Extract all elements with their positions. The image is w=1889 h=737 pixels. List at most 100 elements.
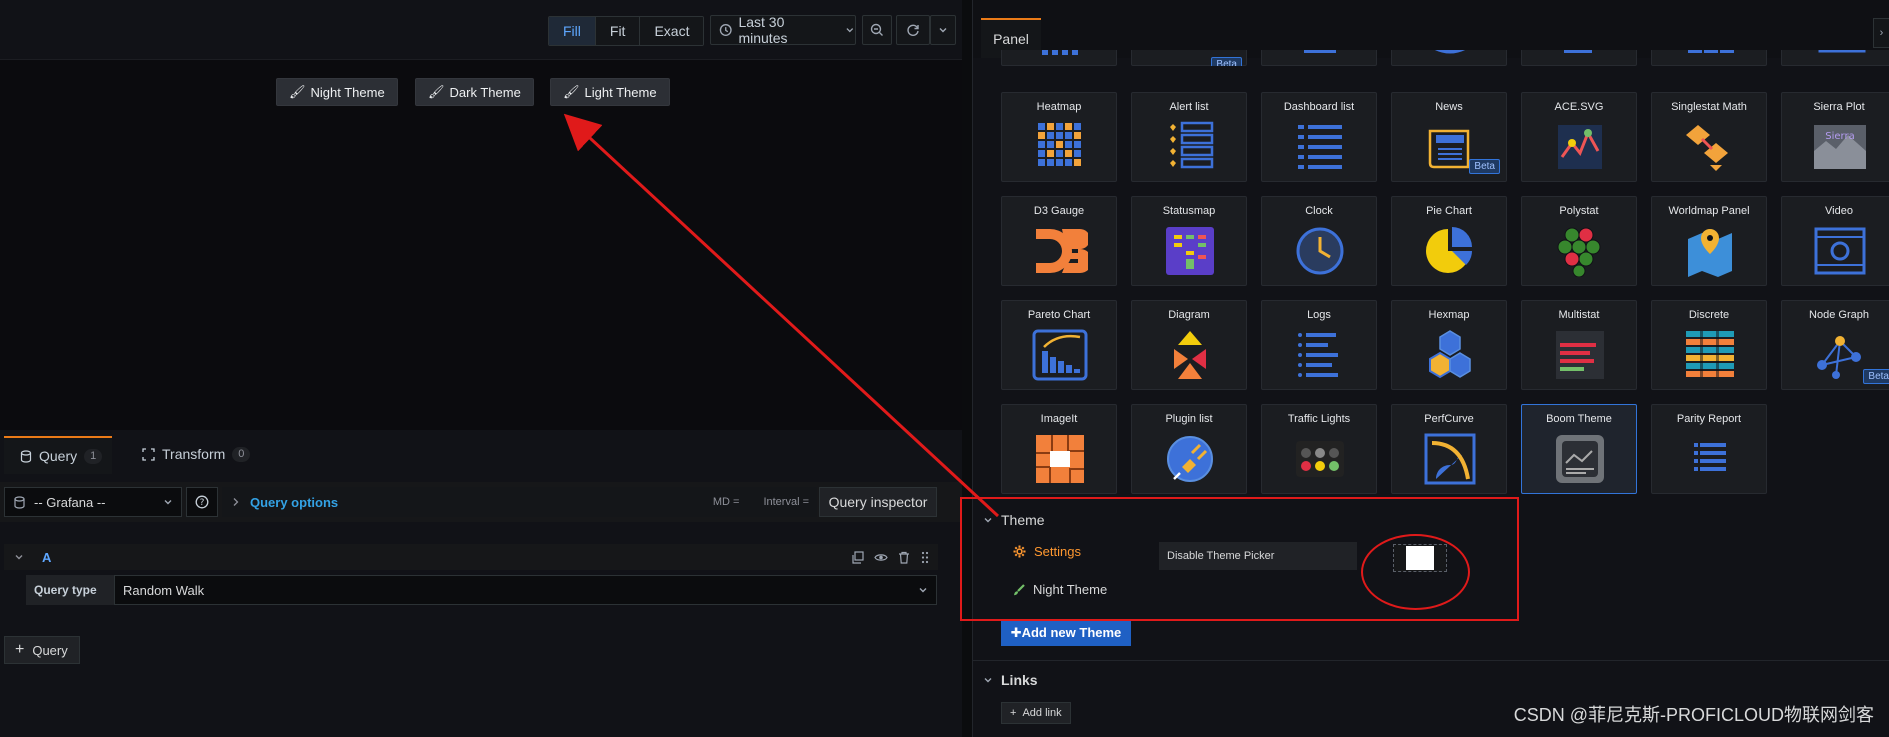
- visualization-clock[interactable]: Clock: [1261, 196, 1377, 286]
- visualization-logs[interactable]: Logs: [1261, 300, 1377, 390]
- visualization-name: Dashboard list: [1283, 101, 1355, 113]
- exact-button[interactable]: Exact: [640, 17, 704, 45]
- beta-badge: Beta: [1469, 159, 1500, 174]
- visualization-name: Worldmap Panel: [1668, 205, 1750, 217]
- discrete-icon: [1686, 331, 1734, 377]
- visualization-pareto-chart[interactable]: Pareto Chart: [1001, 300, 1117, 390]
- database-icon: [20, 449, 32, 463]
- visualization-polystat[interactable]: Polystat: [1521, 196, 1637, 286]
- dark-theme-button[interactable]: 🖌 Dark Theme: [415, 78, 534, 106]
- light-theme-label: Light Theme: [584, 84, 657, 100]
- chevron-down-icon: [984, 678, 992, 683]
- zoom-out-button[interactable]: [862, 15, 892, 45]
- fit-button[interactable]: Fit: [595, 17, 641, 45]
- query-type-select[interactable]: Random Walk: [114, 575, 937, 605]
- visualization-name: Boom Theme: [1546, 413, 1612, 425]
- visualization-name: News: [1435, 101, 1463, 113]
- visualization-imageit[interactable]: ImageIt: [1001, 404, 1117, 494]
- visualization-statusmap[interactable]: Statusmap: [1131, 196, 1247, 286]
- hexmap-icon: [1429, 330, 1471, 379]
- tab-transform-label: Transform: [162, 446, 226, 462]
- refresh-icon: [907, 24, 919, 36]
- query-row-header[interactable]: A: [4, 544, 938, 570]
- query-editor: Query 1 Transform 0 -- Grafana -- ? Quer…: [0, 432, 962, 737]
- beta-badge: Beta: [1211, 57, 1242, 66]
- visualization-name: Multistat: [1558, 309, 1600, 321]
- datasource-picker[interactable]: -- Grafana --: [4, 487, 182, 517]
- visualization-name: Node Graph: [1809, 309, 1869, 321]
- visualization-name: D3 Gauge: [1033, 205, 1085, 217]
- visualization-hexmap[interactable]: Hexmap: [1391, 300, 1507, 390]
- collapse-options-button[interactable]: ›: [1873, 18, 1889, 48]
- worldmap-icon: [1688, 229, 1732, 277]
- links-section-header[interactable]: Links: [983, 672, 1038, 688]
- add-link-button[interactable]: + Add link: [1001, 702, 1071, 724]
- add-new-theme-button[interactable]: ✚Add new Theme: [1001, 620, 1131, 646]
- visualization-name: Hexmap: [1428, 309, 1470, 321]
- visualization-alert-list[interactable]: Alert list: [1131, 92, 1247, 182]
- visualization-news[interactable]: News Beta: [1391, 92, 1507, 182]
- query-options-toggle[interactable]: Query options MD = Interval =: [222, 487, 817, 517]
- visualization-card[interactable]: [1001, 50, 1117, 66]
- visualization-node-graph[interactable]: Node Graph Beta: [1781, 300, 1889, 390]
- visualization-pie-chart[interactable]: Pie Chart: [1391, 196, 1507, 286]
- watermark-text: CSDN @菲尼克斯-PROFICLOUD物联网剑客: [1513, 705, 1874, 725]
- night-theme-button[interactable]: 🖌 Night Theme: [276, 78, 398, 106]
- interval-label: Interval =: [763, 496, 809, 508]
- visualization-card[interactable]: [1261, 50, 1377, 66]
- visualization-dashboard-list[interactable]: Dashboard list: [1261, 92, 1377, 182]
- visualization-name: Parity Report: [1676, 413, 1742, 425]
- visualization-plugin-list[interactable]: Plugin list: [1131, 404, 1247, 494]
- visualization-name: PerfCurve: [1424, 413, 1474, 425]
- time-range-picker[interactable]: Last 30 minutes: [710, 14, 856, 46]
- refresh-interval-dropdown[interactable]: [930, 15, 956, 45]
- visualization-card[interactable]: [1521, 50, 1637, 66]
- visualization-name: ImageIt: [1040, 413, 1078, 425]
- svg-text:Sierra: Sierra: [1825, 131, 1854, 142]
- panel-preview: 🖌 Night Theme 🖌 Dark Theme 🖌 Light Theme: [0, 60, 962, 430]
- add-query-button[interactable]: + Query: [4, 636, 80, 664]
- visualization-name: Logs: [1307, 309, 1331, 321]
- visualization-worldmap-panel[interactable]: Worldmap Panel: [1651, 196, 1767, 286]
- refresh-button[interactable]: [896, 15, 930, 45]
- datasource-name: -- Grafana --: [34, 494, 106, 510]
- add-link-label: Add link: [1022, 707, 1062, 719]
- light-theme-button[interactable]: 🖌 Light Theme: [550, 78, 670, 106]
- visualization-name: Alert list: [1169, 101, 1209, 113]
- trash-icon[interactable]: [898, 551, 910, 564]
- visualization-diagram[interactable]: Diagram: [1131, 300, 1247, 390]
- transform-icon: [142, 447, 155, 461]
- visualization-discrete[interactable]: Discrete: [1651, 300, 1767, 390]
- query-inspector-button[interactable]: Query inspector: [819, 487, 937, 517]
- datasource-help-button[interactable]: ?: [186, 487, 218, 517]
- night-theme-label: Night Theme: [310, 84, 385, 100]
- md-label: MD =: [712, 496, 740, 508]
- copy-icon[interactable]: [851, 550, 864, 564]
- query-type-label: Query type: [26, 575, 114, 605]
- visualization-multistat[interactable]: Multistat: [1521, 300, 1637, 390]
- tab-query[interactable]: Query 1: [4, 436, 112, 474]
- drag-handle-icon[interactable]: [920, 551, 930, 564]
- visualization-boom-theme[interactable]: Boom Theme: [1521, 404, 1637, 494]
- d3-gauge-icon: [1036, 229, 1088, 273]
- visualization-card[interactable]: [1781, 50, 1889, 66]
- fill-button[interactable]: Fill: [549, 17, 596, 45]
- visualization-parity-report[interactable]: Parity Report: [1651, 404, 1767, 494]
- ace-svg-icon: [1558, 125, 1602, 169]
- visualization-singlestat-math[interactable]: Singlestat Math: [1651, 92, 1767, 182]
- visualization-perfcurve[interactable]: PerfCurve: [1391, 404, 1507, 494]
- query-options-label: Query options: [250, 494, 339, 510]
- visualization-card[interactable]: [1391, 50, 1507, 66]
- visualization-d3-gauge[interactable]: D3 Gauge: [1001, 196, 1117, 286]
- visualization-ace-svg[interactable]: ACE.SVG: [1521, 92, 1637, 182]
- visualization-name: Pareto Chart: [1027, 309, 1091, 321]
- tab-transform[interactable]: Transform 0: [142, 446, 251, 462]
- visualization-card[interactable]: [1651, 50, 1767, 66]
- visualization-card[interactable]: Beta: [1131, 50, 1247, 66]
- visualization-traffic-lights[interactable]: Traffic Lights: [1261, 404, 1377, 494]
- visualization-sierra-plot[interactable]: Sierra Plot Sierra: [1781, 92, 1889, 182]
- chevron-down-icon: [164, 500, 172, 505]
- visualization-heatmap[interactable]: Heatmap: [1001, 92, 1117, 182]
- visualization-video[interactable]: Video: [1781, 196, 1889, 286]
- eye-icon[interactable]: [874, 551, 888, 564]
